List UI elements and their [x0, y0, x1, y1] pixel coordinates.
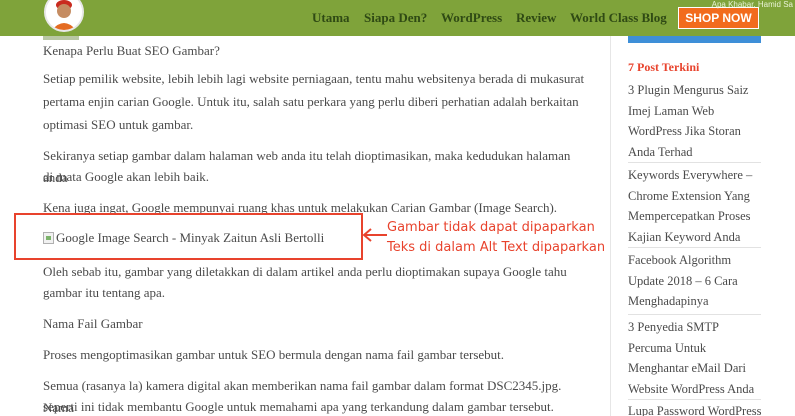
- broken-image-icon: [43, 232, 54, 244]
- paragraph-line: pertama enjin carian Google. Untuk itu, …: [43, 94, 579, 109]
- broken-image: Google Image Search - Minyak Zaitun Asli…: [43, 230, 324, 246]
- post-title-line: Website WordPress Anda: [628, 381, 755, 396]
- post-title-line: Percuma Untuk: [628, 340, 707, 355]
- paragraph-line: Proses mengoptimasikan gambar untuk SEO …: [43, 347, 505, 362]
- post-title-line: Kajian Keyword Anda: [628, 229, 741, 244]
- paragraph-line: seperti ini tidak membantu Google untuk …: [43, 399, 554, 414]
- recent-post-link[interactable]: Lupa Password WordPress: [628, 401, 778, 416]
- recent-posts-heading: 7 Post Terkini: [628, 60, 700, 74]
- nav-item-wordpress[interactable]: WordPress: [441, 10, 502, 26]
- sidebar-widget-bar: [628, 36, 761, 43]
- sidebar-divider: [610, 36, 611, 416]
- nav-item-utama[interactable]: Utama: [312, 10, 350, 26]
- annotation-line-2: Teks di dalam Alt Text dipaparkan: [387, 240, 606, 255]
- post-title-line: Imej Laman Web: [628, 103, 715, 118]
- sidebar-divider-line: [628, 162, 761, 163]
- post-title-line: Facebook Algorithm: [628, 253, 732, 267]
- sidebar-divider-line: [628, 314, 761, 315]
- header-tagline: Apa Khabar, Hamid Sa: [711, 0, 793, 9]
- post-title-line: 3 Plugin Mengurus Saiz: [628, 83, 749, 97]
- post-title-line: Update 2018 – 6 Cara: [628, 273, 738, 288]
- site-header: Utama Siapa Den? WordPress Review World …: [0, 0, 795, 36]
- post-title-line: Mempercepatkan Proses: [628, 209, 751, 223]
- paragraph-line: gambar itu tentang apa.: [43, 285, 166, 300]
- post-title-line: Menghantar eMail Dari: [628, 361, 747, 375]
- paragraph-line: optimasi SEO untuk gambar.: [43, 117, 194, 132]
- post-title-line: Chrome Extension Yang: [628, 188, 750, 203]
- recent-post-link[interactable]: 3 Penyedia SMTP Percuma Untuk Menghantar…: [628, 317, 778, 399]
- post-title-line: 3 Penyedia SMTP: [628, 320, 719, 334]
- nav-item-world-class-blog[interactable]: World Class Blog: [570, 10, 667, 26]
- section-heading: Kenapa Perlu Buat SEO Gambar?: [43, 43, 220, 58]
- shop-now-button[interactable]: SHOP NOW: [678, 7, 759, 29]
- sidebar-divider-line: [628, 399, 761, 400]
- recent-post-link[interactable]: 3 Plugin Mengurus Saiz Imej Laman Web Wo…: [628, 80, 778, 162]
- paragraph-line: Oleh sebab itu, gambar yang diletakkan d…: [43, 264, 567, 279]
- sidebar-divider-line: [628, 247, 761, 248]
- post-title-line: Anda Terhad: [628, 144, 693, 159]
- section-heading: Nama Fail Gambar: [43, 316, 143, 331]
- paragraph-line: Setiap pemilik website, lebih lebih lagi…: [43, 71, 585, 86]
- arrow-left-icon: [362, 228, 387, 242]
- annotation-line-1: Gambar tidak dapat dipaparkan: [387, 220, 595, 235]
- image-alt-text: Google Image Search - Minyak Zaitun Asli…: [56, 230, 325, 245]
- nav-item-review[interactable]: Review: [516, 10, 556, 26]
- post-title-line: Keywords Everywhere –: [628, 168, 753, 182]
- post-title-line: Menghadapinya: [628, 294, 709, 308]
- post-title-line: WordPress Jika Storan: [628, 124, 741, 138]
- recent-post-link[interactable]: Keywords Everywhere – Chrome Extension Y…: [628, 165, 778, 247]
- avatar[interactable]: [44, 0, 84, 32]
- post-title-line: Lupa Password WordPress: [628, 404, 762, 416]
- paragraph-line: di mata Google akan lebih baik.: [43, 169, 210, 184]
- nav-item-siapa-den[interactable]: Siapa Den?: [364, 10, 427, 26]
- recent-post-link[interactable]: Facebook Algorithm Update 2018 – 6 Cara …: [628, 250, 778, 312]
